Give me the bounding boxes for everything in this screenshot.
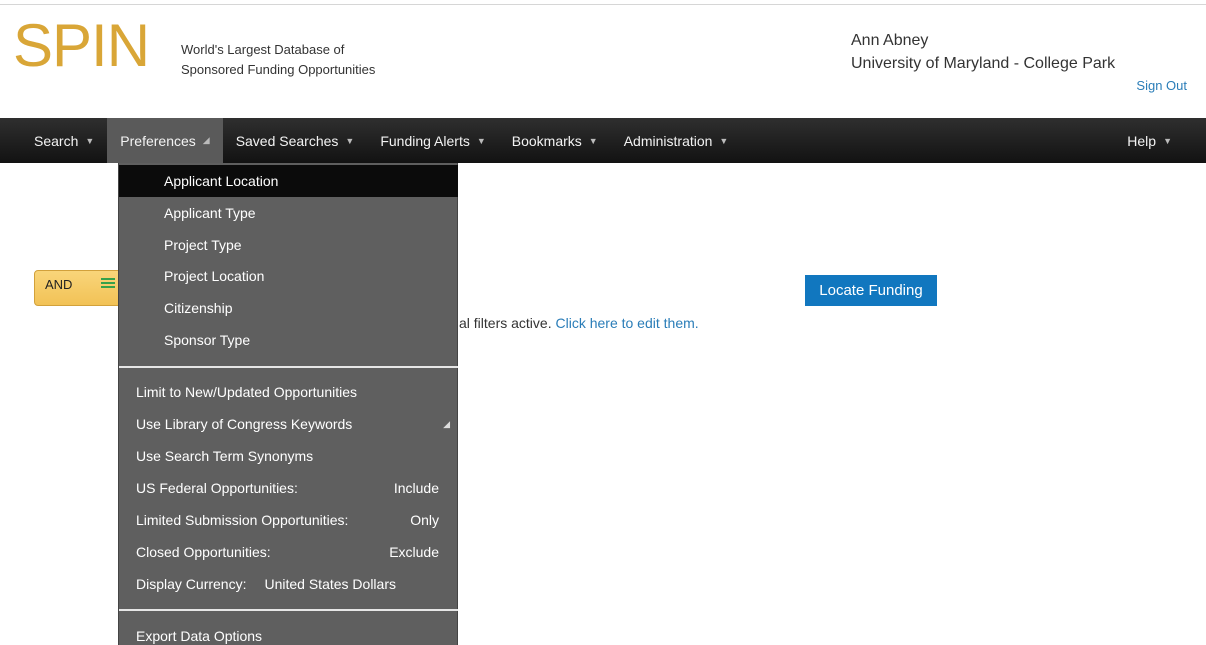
limited-value: Only [410,512,439,528]
sign-out-link[interactable]: Sign Out [1136,78,1187,93]
limited-label: Limited Submission Opportunities: [136,512,349,528]
chevron-open-icon: ◢ [202,135,210,145]
locate-funding-button[interactable]: Locate Funding [805,275,937,306]
chevron-down-icon: ▼ [1163,135,1172,146]
closed-label: Closed Opportunities: [136,544,271,560]
menu-item-project-location[interactable]: Project Location [119,260,458,292]
currency-value: United States Dollars [264,576,396,592]
menu-item-export-data-options[interactable]: Export Data Options [119,620,458,645]
closed-value: Exclude [389,544,439,560]
menu-divider [119,366,458,368]
nav-search[interactable]: Search ▼ [21,118,107,163]
nav-bookmarks-label: Bookmarks [511,132,582,149]
loc-keywords-label: Use Library of Congress Keywords [136,416,353,432]
nav-administration-label: Administration [623,132,713,149]
user-info: Ann Abney University of Maryland - Colle… [851,29,1115,75]
currency-label: Display Currency: [136,576,247,592]
menu-item-federal-opportunities[interactable]: US Federal Opportunities: Include [119,472,458,504]
nav-help[interactable]: Help ▼ [1114,118,1185,163]
and-operator-button[interactable]: AND [34,270,124,306]
top-divider [0,4,1206,5]
filters-status-text: al filters active. [459,315,556,331]
menu-divider [119,609,458,611]
institution-name: University of Maryland - College Park [851,55,1116,72]
nav-funding-alerts-label: Funding Alerts [380,132,470,149]
menu-item-sponsor-type[interactable]: Sponsor Type [119,324,458,356]
menu-item-limit-new-updated[interactable]: Limit to New/Updated Opportunities [119,376,458,408]
nav-funding-alerts[interactable]: Funding Alerts ▼ [367,118,498,163]
submenu-arrow-icon: ◢ [443,418,450,429]
chevron-down-icon: ▼ [476,135,486,146]
nav-bookmarks[interactable]: Bookmarks ▼ [499,118,611,163]
menu-item-display-currency[interactable]: Display Currency: United States Dollars [119,568,458,600]
tagline: World's Largest Database of Sponsored Fu… [181,40,375,80]
federal-label: US Federal Opportunities: [136,480,298,496]
preferences-dropdown-menu: Applicant Location Applicant Type Projec… [118,163,458,645]
menu-item-synonyms[interactable]: Use Search Term Synonyms [119,440,458,472]
nav-preferences[interactable]: Preferences ◢ [107,118,223,163]
filters-status: al filters active. Click here to edit th… [459,315,699,331]
federal-value: Include [393,480,439,496]
menu-item-citizenship[interactable]: Citizenship [119,292,458,324]
edit-filters-link[interactable]: Click here to edit them. [555,315,698,331]
menu-item-applicant-type[interactable]: Applicant Type [119,197,458,229]
menu-item-project-type[interactable]: Project Type [119,229,458,261]
nav-saved-searches-label: Saved Searches [235,132,339,149]
and-label: AND [45,277,73,292]
tagline-line-1: World's Largest Database of [181,42,345,57]
tagline-line-2: Sponsored Funding Opportunities [181,62,376,77]
nav-saved-searches[interactable]: Saved Searches ▼ [223,118,368,163]
chevron-down-icon: ▼ [588,135,598,146]
menu-item-closed-opportunities[interactable]: Closed Opportunities: Exclude [119,536,458,568]
nav-preferences-label: Preferences [120,132,196,149]
menu-item-applicant-location[interactable]: Applicant Location [119,165,458,197]
main-navbar: Search ▼ Preferences ◢ Saved Searches ▼ Fun… [0,118,1206,163]
nav-search-label: Search [34,132,79,149]
nav-help-label: Help [1127,132,1157,149]
spin-logo[interactable]: SPIN [13,16,150,76]
chevron-down-icon: ▼ [719,135,729,146]
nav-administration[interactable]: Administration ▼ [611,118,742,163]
chevron-down-icon: ▼ [85,135,95,146]
add-list-icon[interactable] [101,278,115,290]
menu-item-limited-submission[interactable]: Limited Submission Opportunities: Only [119,504,458,536]
user-name: Ann Abney [851,32,929,49]
chevron-down-icon: ▼ [345,135,355,146]
menu-item-loc-keywords[interactable]: Use Library of Congress Keywords ◢ [119,408,458,440]
